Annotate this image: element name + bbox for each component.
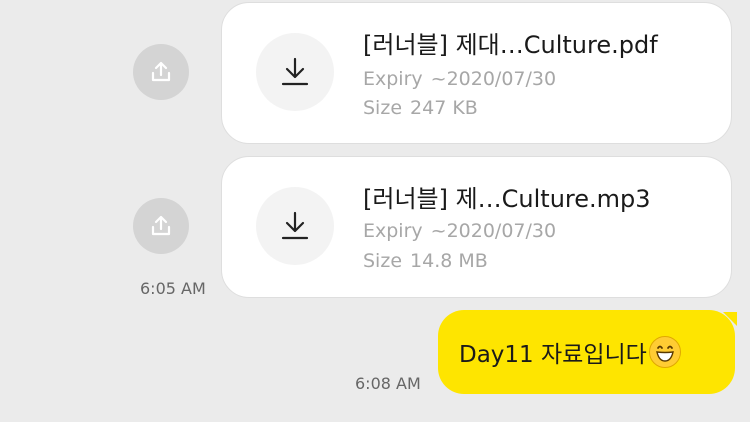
expiry-label: Expiry	[363, 220, 423, 242]
share-button[interactable]	[133, 44, 189, 100]
file-name: [러너블] 제…Culture.mp3	[363, 185, 651, 213]
size-value: 14.8 MB	[410, 250, 488, 272]
download-button[interactable]	[256, 33, 334, 111]
sent-message-bubble[interactable]: Day11 자료입니다	[438, 310, 735, 394]
file-size: Size 247 KB	[363, 97, 478, 119]
download-button[interactable]	[256, 187, 334, 265]
file-size: Size 14.8 MB	[363, 250, 488, 272]
download-icon	[281, 57, 309, 86]
expiry-value: ~2020/07/30	[430, 220, 557, 242]
file-message-card[interactable]: [러너블] 제대…Culture.pdf Expiry ~2020/07/30 S…	[221, 2, 732, 144]
file-name: [러너블] 제대…Culture.pdf	[363, 31, 658, 59]
message-timestamp: 6:05 AM	[140, 279, 206, 298]
message-timestamp: 6:08 AM	[355, 374, 421, 393]
grinning-face-emoji-icon	[648, 336, 681, 368]
download-icon	[281, 211, 309, 240]
bubble-tail	[723, 312, 737, 326]
size-value: 247 KB	[410, 97, 478, 119]
share-button[interactable]	[133, 198, 189, 254]
file-message-card[interactable]: [러너블] 제…Culture.mp3 Expiry ~2020/07/30 Si…	[221, 156, 732, 298]
share-icon	[151, 61, 171, 82]
expiry-label: Expiry	[363, 68, 423, 90]
size-label: Size	[363, 250, 403, 272]
size-label: Size	[363, 97, 403, 119]
file-expiry: Expiry ~2020/07/30	[363, 220, 556, 242]
expiry-value: ~2020/07/30	[430, 68, 557, 90]
file-expiry: Expiry ~2020/07/30	[363, 68, 556, 90]
sent-message-text: Day11 자료입니다	[459, 342, 647, 368]
share-icon	[151, 215, 171, 236]
